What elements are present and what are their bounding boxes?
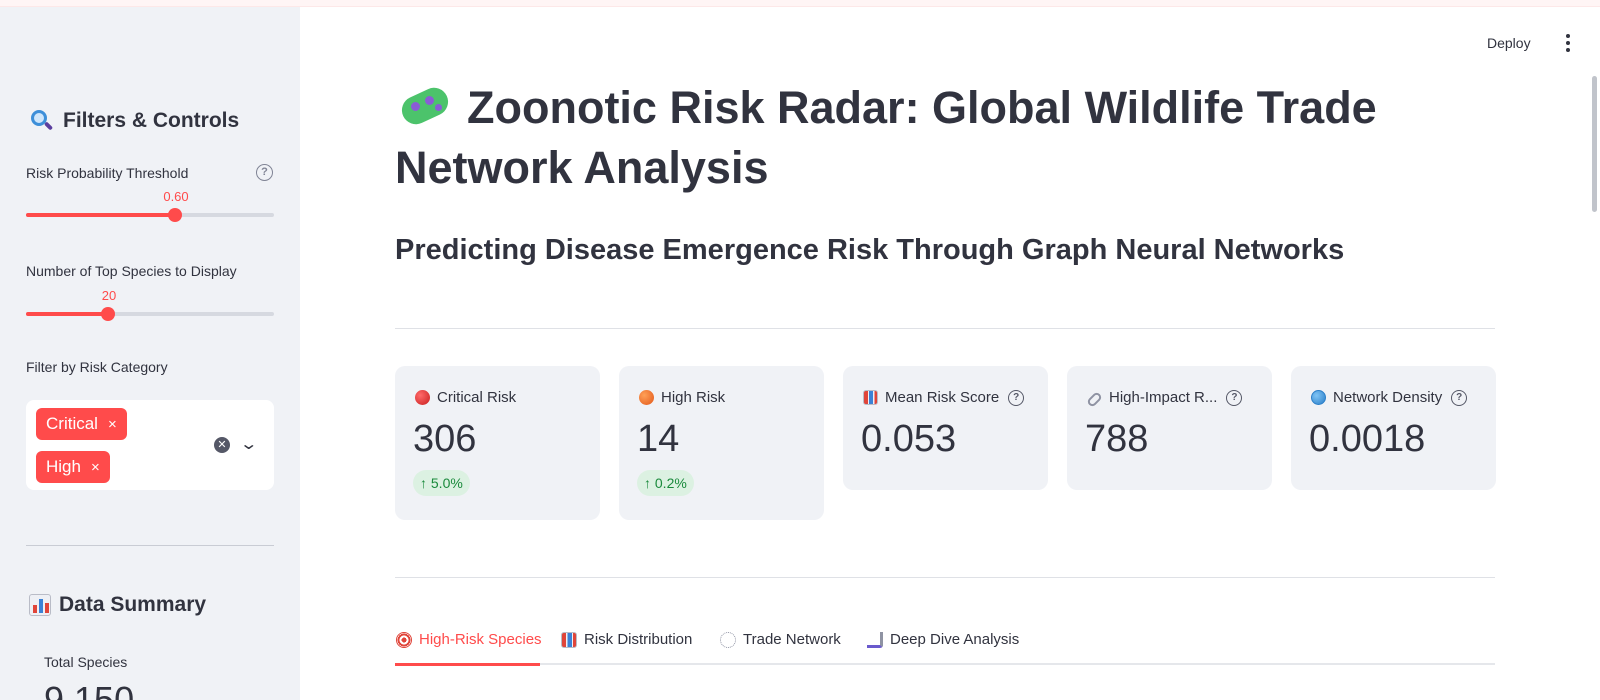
chip-high[interactable]: High × <box>36 451 110 483</box>
orange-circle-icon <box>639 390 654 405</box>
metric-label-text: High-Impact R... <box>1109 389 1218 406</box>
metric-card-critical: Critical Risk 306 ↑ 5.0% <box>395 366 600 520</box>
risk-threshold-help-icon[interactable]: ? <box>256 164 273 181</box>
chip-high-label: High <box>46 457 81 476</box>
target-icon <box>396 631 412 648</box>
clear-all-icon[interactable]: ✕ <box>214 437 230 453</box>
filters-title: Filters & Controls <box>29 108 239 134</box>
risk-threshold-value: 0.60 <box>163 189 189 204</box>
mean-risk-help-icon[interactable]: ? <box>1008 389 1025 406</box>
bar-chart-icon <box>561 631 577 648</box>
page-title: Zoonotic Risk Radar: Global Wildlife Tra… <box>395 78 1515 198</box>
metric-label-text: Network Density <box>1333 389 1443 406</box>
metric-label-text: Critical Risk <box>437 389 517 406</box>
top-species-slider[interactable] <box>26 307 274 321</box>
divider-top <box>395 328 1495 329</box>
tab-high-risk-species[interactable]: High-Risk Species <box>396 631 542 648</box>
tab-trade-network[interactable]: Trade Network <box>720 631 841 648</box>
top-decoration-line <box>0 0 1600 7</box>
microscope-icon <box>867 631 883 648</box>
tab-risk-distribution[interactable]: Risk Distribution <box>561 631 692 648</box>
metric-value-mean-risk: 0.053 <box>861 418 957 460</box>
chevron-down-icon[interactable]: ⌄ <box>239 434 258 454</box>
metric-delta-high: ↑ 0.2% <box>637 470 694 496</box>
globe-icon <box>1311 390 1326 405</box>
red-circle-icon <box>415 390 430 405</box>
metric-label-high-impact: High-Impact R... ? <box>1086 389 1243 408</box>
risk-category-label: Filter by Risk Category <box>26 359 168 375</box>
summary-title-text: Data Summary <box>59 593 207 616</box>
page-title-text: Zoonotic Risk Radar: Global Wildlife Tra… <box>395 82 1377 193</box>
metric-card-high: High Risk 14 ↑ 0.2% <box>619 366 824 520</box>
top-species-label: Number of Top Species to Display <box>26 263 237 279</box>
total-species-label: Total Species <box>44 654 128 670</box>
microbe-icon <box>395 82 453 129</box>
metric-card-mean-risk: Mean Risk Score ? 0.053 <box>843 366 1048 490</box>
chip-critical-remove-icon[interactable]: × <box>108 416 117 433</box>
metric-card-network-density: Network Density ? 0.0018 <box>1291 366 1496 490</box>
tab-bar: High-Risk Species Risk Distribution Trad… <box>395 623 1495 666</box>
bar-chart-icon <box>863 390 878 405</box>
metric-card-high-impact: High-Impact R... ? 788 <box>1067 366 1272 490</box>
tab-deep-dive-analysis[interactable]: Deep Dive Analysis <box>867 631 1019 648</box>
metric-value-high: 14 <box>637 418 680 460</box>
bar-chart-icon <box>29 594 51 616</box>
metric-value-network-density: 0.0018 <box>1309 418 1426 460</box>
tab-label: Risk Distribution <box>584 631 693 648</box>
sidebar-divider <box>26 545 274 546</box>
network-density-help-icon[interactable]: ? <box>1451 389 1468 406</box>
metric-value-high-impact: 788 <box>1085 418 1149 460</box>
divider-middle <box>395 577 1495 578</box>
top-species-slider-fill <box>26 312 108 316</box>
metric-label-high: High Risk <box>639 389 725 406</box>
total-species-value: 9,150 <box>44 679 135 700</box>
risk-threshold-label: Risk Probability Threshold <box>26 165 189 181</box>
tab-label: Deep Dive Analysis <box>890 631 1020 648</box>
risk-threshold-slider[interactable] <box>26 208 274 222</box>
active-tab-indicator <box>395 663 540 666</box>
tab-label: Trade Network <box>743 631 841 648</box>
metric-label-text: High Risk <box>661 389 726 406</box>
top-species-slider-thumb[interactable] <box>100 307 115 321</box>
metric-label-critical: Critical Risk <box>415 389 516 406</box>
link-icon <box>1086 390 1103 408</box>
magnifier-icon <box>29 108 55 134</box>
tab-label: High-Risk Species <box>419 631 542 648</box>
deploy-button[interactable]: Deploy <box>1487 35 1531 51</box>
summary-title: Data Summary <box>29 593 206 617</box>
metric-label-network-density: Network Density ? <box>1311 389 1468 406</box>
filters-title-text: Filters & Controls <box>63 109 240 132</box>
risk-category-multiselect[interactable]: Critical × High × ✕ ⌄ <box>26 400 274 490</box>
page-subtitle: Predicting Disease Emergence Risk Throug… <box>395 234 1345 266</box>
chip-critical[interactable]: Critical × <box>36 408 127 440</box>
top-species-value: 20 <box>101 288 117 303</box>
metric-label-text: Mean Risk Score <box>885 389 1000 406</box>
scrollbar[interactable] <box>1592 76 1597 212</box>
metric-delta-critical: ↑ 5.0% <box>413 470 470 496</box>
risk-threshold-slider-thumb[interactable] <box>167 208 182 222</box>
chip-high-remove-icon[interactable]: × <box>91 459 100 476</box>
metric-label-mean-risk: Mean Risk Score ? <box>863 389 1025 406</box>
high-impact-help-icon[interactable]: ? <box>1226 389 1243 406</box>
metric-value-critical: 306 <box>413 418 477 460</box>
network-icon <box>720 631 736 648</box>
more-options-icon[interactable] <box>1566 34 1570 55</box>
chip-critical-label: Critical <box>46 414 98 433</box>
sidebar: Filters & Controls Risk Probability Thre… <box>0 7 300 700</box>
risk-threshold-slider-fill <box>26 213 175 217</box>
